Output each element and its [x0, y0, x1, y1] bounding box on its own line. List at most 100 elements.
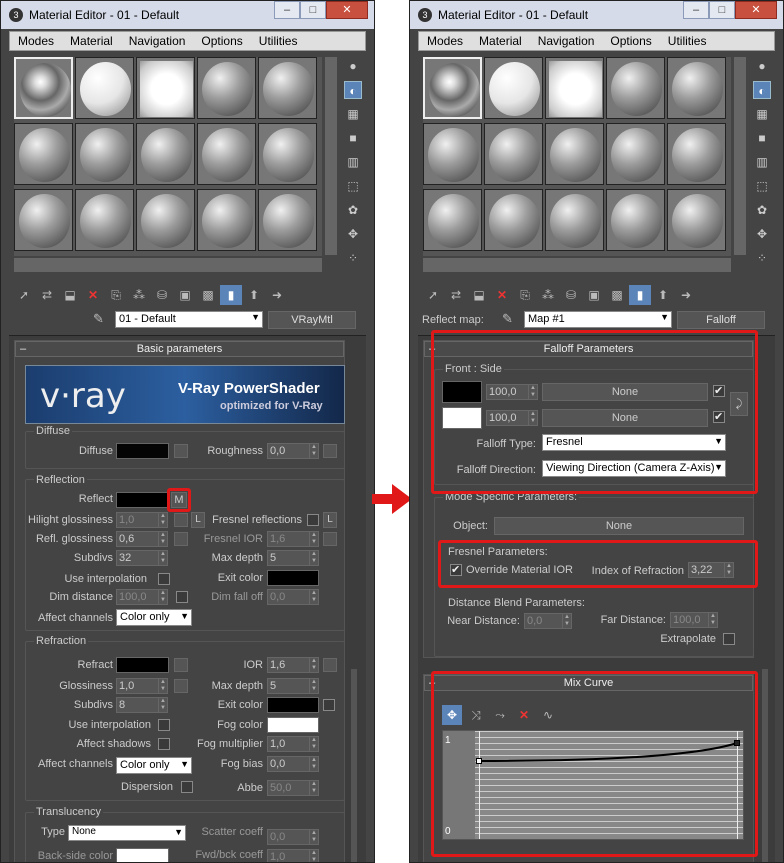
sample-slot[interactable]	[423, 189, 482, 251]
material-id-icon[interactable]: ▣	[174, 285, 196, 305]
go-forward-sibling-icon[interactable]: ➜	[675, 285, 697, 305]
dispersion-checkbox[interactable]	[181, 781, 193, 793]
sample-slot[interactable]	[136, 189, 195, 251]
roughness-spinner[interactable]: 0,0 ▲ ▼	[267, 443, 319, 459]
fresnel-ior-map-button[interactable]	[323, 532, 337, 546]
scatter-coeff-spinner[interactable]: 0,0 ▲ ▼	[267, 829, 319, 845]
close-button[interactable]: ✕	[735, 1, 777, 19]
object-pick-button[interactable]: None	[494, 517, 744, 535]
options-icon[interactable]: ✿	[344, 201, 362, 219]
max-depth-spinner[interactable]: 5 ▲ ▼	[267, 550, 319, 566]
reset-map-icon[interactable]: ✕	[491, 285, 513, 305]
sample-slot[interactable]	[484, 189, 543, 251]
select-by-material-icon[interactable]: ✥	[753, 225, 771, 243]
put-to-library-icon[interactable]: ⛁	[151, 285, 173, 305]
options-icon[interactable]: ✿	[753, 201, 771, 219]
sample-slot[interactable]	[606, 189, 665, 251]
sample-slot[interactable]	[14, 123, 73, 185]
dim-falloff-spinner[interactable]: 0,0 ▲ ▼	[267, 589, 319, 605]
fresnel-lock-button[interactable]: L	[323, 512, 337, 528]
sample-slot[interactable]	[667, 123, 726, 185]
show-map-icon[interactable]: ▩	[606, 285, 628, 305]
curve-start-point[interactable]	[476, 758, 482, 764]
menu-modes[interactable]: Modes	[10, 32, 62, 50]
refl-glossiness-spinner[interactable]: 0,6 ▲ ▼	[116, 531, 168, 547]
map-type-button[interactable]: Falloff	[677, 311, 765, 329]
material-map-navigator-icon[interactable]: ⁘	[753, 249, 771, 267]
copy-material-icon[interactable]: ⎘	[514, 285, 536, 305]
sample-slot[interactable]	[75, 123, 134, 185]
sample-slot[interactable]	[75, 189, 134, 251]
sample-slot[interactable]	[136, 57, 195, 119]
back-side-color-swatch[interactable]	[116, 848, 169, 862]
sample-slot[interactable]	[258, 123, 317, 185]
scale-point-icon[interactable]: ⤨	[466, 705, 486, 725]
assign-to-selection-icon[interactable]: ⬓	[59, 285, 81, 305]
far-distance-spinner[interactable]: 100,0 ▲ ▼	[670, 612, 718, 628]
ior-map-button[interactable]	[323, 658, 337, 672]
sample-type-icon[interactable]: ●	[344, 57, 362, 75]
sample-slot[interactable]	[197, 57, 256, 119]
eyedropper-icon[interactable]: ✎	[502, 311, 513, 327]
get-material-icon[interactable]: ➚	[422, 285, 444, 305]
maximize-button[interactable]: □	[300, 1, 326, 19]
near-distance-spinner[interactable]: 0,0 ▲ ▼	[524, 613, 572, 629]
panel-scrollbar[interactable]	[351, 669, 357, 862]
assign-to-selection-icon[interactable]: ⬓	[468, 285, 490, 305]
uv-tiling-icon[interactable]: ■	[753, 129, 771, 147]
backlight-icon[interactable]: ◐	[753, 81, 771, 99]
background-icon[interactable]: ▦	[344, 105, 362, 123]
sample-slot[interactable]	[545, 189, 604, 251]
make-preview-icon[interactable]: ⬚	[344, 177, 362, 195]
diffuse-color-swatch[interactable]	[116, 443, 169, 459]
maximize-button[interactable]: □	[709, 1, 735, 19]
sample-horizontal-scrollbar[interactable]	[423, 258, 731, 272]
material-name-field[interactable]: 01 - Default ▼	[115, 311, 263, 328]
diffuse-map-button[interactable]	[174, 444, 188, 458]
menu-options[interactable]: Options	[602, 32, 659, 50]
move-icon[interactable]: ✥	[442, 705, 462, 725]
sample-slot[interactable]	[484, 57, 543, 119]
fog-multiplier-spinner[interactable]: 1,0 ▲ ▼	[267, 736, 319, 752]
menu-navigation[interactable]: Navigation	[530, 32, 603, 50]
panel-scrollbar-right[interactable]	[762, 669, 768, 862]
video-color-check-icon[interactable]: ▥	[344, 153, 362, 171]
menu-options[interactable]: Options	[193, 32, 250, 50]
ior-spinner[interactable]: 1,6 ▲ ▼	[267, 657, 319, 673]
go-forward-sibling-icon[interactable]: ➜	[266, 285, 288, 305]
refract-map-button[interactable]	[174, 658, 188, 672]
extrapolate-checkbox[interactable]	[723, 633, 735, 645]
delete-point-icon[interactable]: ✕	[514, 705, 534, 725]
sample-slot[interactable]	[545, 123, 604, 185]
minimize-button[interactable]: –	[274, 1, 300, 19]
sample-slot[interactable]	[606, 57, 665, 119]
exit-color-swatch[interactable]	[267, 570, 319, 586]
make-unique-icon[interactable]: ⁂	[128, 285, 150, 305]
sample-slot[interactable]	[197, 123, 256, 185]
make-unique-icon[interactable]: ⁂	[537, 285, 559, 305]
glossiness-map-button[interactable]	[174, 679, 188, 693]
put-to-scene-icon[interactable]: ⇄	[445, 285, 467, 305]
backlight-icon[interactable]: ◐	[344, 81, 362, 99]
refr-exit-color-checkbox[interactable]	[323, 699, 335, 711]
curve-end-point[interactable]	[734, 740, 740, 746]
select-by-material-icon[interactable]: ✥	[344, 225, 362, 243]
hilight-lock-button[interactable]: L	[191, 512, 205, 528]
minimize-button[interactable]: –	[683, 1, 709, 19]
abbe-spinner[interactable]: 50,0 ▲ ▼	[267, 780, 319, 796]
sample-slot[interactable]	[197, 189, 256, 251]
show-end-result-icon[interactable]: ▮	[220, 285, 242, 305]
get-material-icon[interactable]: ➚	[13, 285, 35, 305]
refract-color-swatch[interactable]	[116, 657, 169, 673]
refr-use-interpolation-checkbox[interactable]	[158, 719, 170, 731]
sample-vertical-scrollbar[interactable]	[325, 57, 337, 255]
fwd-bck-coeff-spinner[interactable]: 1,0 ▲ ▼	[267, 849, 319, 862]
show-map-icon[interactable]: ▩	[197, 285, 219, 305]
menu-modes[interactable]: Modes	[419, 32, 471, 50]
translucency-type-dropdown[interactable]: None ▼	[68, 825, 186, 841]
sample-slot[interactable]	[75, 57, 134, 119]
sample-slot[interactable]	[545, 57, 604, 119]
sample-slot[interactable]	[258, 189, 317, 251]
put-to-library-icon[interactable]: ⛁	[560, 285, 582, 305]
show-end-result-icon[interactable]: ▮	[629, 285, 651, 305]
